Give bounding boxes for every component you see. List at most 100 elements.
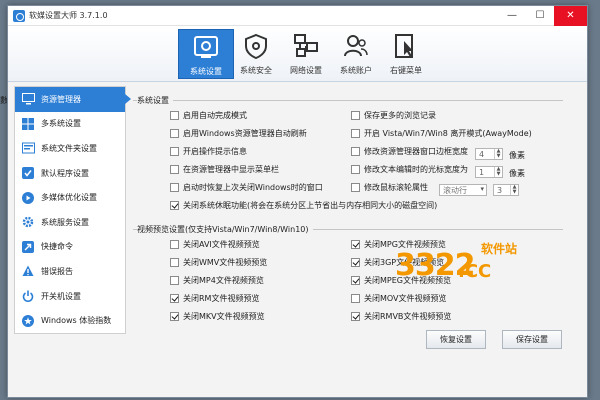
checkbox[interactable] xyxy=(170,129,179,138)
option-tooltips[interactable]: 开启操作提示信息 xyxy=(170,146,247,157)
option-rm-preview[interactable]: 关闭RM文件视频预览 xyxy=(170,293,259,304)
app-logo-icon xyxy=(13,9,25,22)
checkbox[interactable] xyxy=(351,129,360,138)
option-mouse-wheel[interactable]: 修改鼠标滚轮属性 xyxy=(351,182,428,193)
option-label: 关闭RMVB文件视频预览 xyxy=(364,312,452,321)
tab-label: 系统设置 xyxy=(190,67,222,76)
sidebar-item-multi-system[interactable]: 多系统设置 xyxy=(15,112,125,137)
sidebar-item-shortcuts[interactable]: 快捷命令 xyxy=(15,235,125,260)
option-avi-preview[interactable]: 关闭AVI文件视频预览 xyxy=(170,239,260,250)
network-icon xyxy=(291,31,321,61)
option-label: 启用Windows资源管理器自动刷新 xyxy=(183,129,307,138)
option-more-history[interactable]: 保存更多的浏览记录 xyxy=(351,110,436,121)
minimize-button[interactable]: — xyxy=(498,6,526,26)
option-label: 修改鼠标滚轮属性 xyxy=(364,183,428,192)
sidebar-item-label: 多系统设置 xyxy=(41,119,81,129)
checkbox-icon xyxy=(21,166,35,180)
sidebar: 资源管理器 多系统设置 系统文件夹设置 默认程序设置 多媒体优化设置 系统服务设… xyxy=(14,86,131,334)
option-away-mode[interactable]: 开启 Vista/Win7/Win8 离开模式(AwayMode) xyxy=(351,128,532,139)
save-settings-button[interactable]: 保存设置 xyxy=(502,330,562,349)
close-button[interactable]: ✕ xyxy=(554,5,587,26)
stepper-value: 1 xyxy=(479,167,485,177)
checkbox[interactable] xyxy=(170,240,179,249)
checkbox[interactable] xyxy=(351,183,360,192)
sidebar-item-experience-index[interactable]: Windows 体验指数 xyxy=(15,308,125,333)
checkbox[interactable] xyxy=(351,294,360,303)
tab-context-menu[interactable]: 右键菜单 xyxy=(378,29,434,79)
stepper-arrows[interactable]: ▲ ▼ xyxy=(510,185,518,195)
checkbox[interactable] xyxy=(170,276,179,285)
sidebar-item-error-report[interactable]: 错误报告 xyxy=(15,259,125,284)
option-label: 关闭MP4文件视频预览 xyxy=(183,276,264,285)
cursor-icon xyxy=(391,31,421,61)
sidebar-item-explorer[interactable]: 资源管理器 xyxy=(15,87,131,112)
checkbox[interactable] xyxy=(351,312,360,321)
sidebar-item-power[interactable]: 开关机设置 xyxy=(15,284,125,309)
restore-settings-button[interactable]: 恢复设置 xyxy=(426,330,486,349)
arrow-icon xyxy=(21,240,35,254)
title-bar: 软媒设置大师 3.7.1.0 — ☐ ✕ xyxy=(8,5,587,26)
checkbox[interactable] xyxy=(170,258,179,267)
tab-label: 网络设置 xyxy=(290,66,322,75)
maximize-button[interactable]: ☐ xyxy=(526,6,554,26)
sidebar-item-label: 多媒体优化设置 xyxy=(41,193,97,203)
checkbox[interactable] xyxy=(351,276,360,285)
option-auto-refresh[interactable]: 启用Windows资源管理器自动刷新 xyxy=(170,128,307,139)
group-title: 视频预览设置(仅支持Vista/Win7/Win8/Win10) xyxy=(137,224,313,235)
sidebar-item-default-programs[interactable]: 默认程序设置 xyxy=(15,161,125,186)
system-settings-icon xyxy=(191,32,221,62)
gear-icon xyxy=(21,215,35,229)
checkbox[interactable] xyxy=(170,294,179,303)
cursor-width-stepper[interactable]: 1 ▲ ▼ xyxy=(475,166,503,178)
sidebar-item-label: 资源管理器 xyxy=(41,94,81,104)
unit-label: 像素 xyxy=(509,169,525,178)
option-wmv-preview[interactable]: 关闭WMV文件视频预览 xyxy=(170,257,267,268)
tab-label: 右键菜单 xyxy=(390,66,422,75)
tab-system-security[interactable]: 系统安全 xyxy=(228,29,284,79)
option-label: 关闭MKV文件视频预览 xyxy=(183,312,265,321)
checkbox[interactable] xyxy=(351,111,360,120)
checkbox[interactable] xyxy=(351,240,360,249)
sidebar-item-system-folder[interactable]: 系统文件夹设置 xyxy=(15,136,125,161)
tab-system-accounts[interactable]: 系统账户 xyxy=(328,29,384,79)
option-cursor-width[interactable]: 修改文本编辑时的光标宽度为 xyxy=(351,164,468,175)
option-label: 关闭AVI文件视频预览 xyxy=(183,240,260,249)
option-disable-hibernate[interactable]: 关闭系统休眠功能(将会在系统分区上节省出与内存相同大小的磁盘空间) xyxy=(170,200,437,211)
stepper-arrows[interactable]: ▲ ▼ xyxy=(494,167,502,177)
scroll-lines-stepper[interactable]: 3 ▲ ▼ xyxy=(493,184,519,196)
option-label: 开启操作提示信息 xyxy=(183,147,247,156)
tab-system-settings[interactable]: 系统设置 xyxy=(178,29,234,79)
checkbox[interactable] xyxy=(351,165,360,174)
group-title: 系统设置 xyxy=(137,95,173,106)
option-label: 启用自动完成模式 xyxy=(183,111,247,120)
option-menu-bar[interactable]: 在资源管理器中显示菜单栏 xyxy=(170,164,279,175)
watermark-domain: .CC xyxy=(458,261,492,282)
stepper-arrows[interactable]: ▲ ▼ xyxy=(494,149,502,159)
sidebar-item-label: 错误报告 xyxy=(41,266,73,276)
checkbox[interactable] xyxy=(351,258,360,267)
checkbox[interactable] xyxy=(170,312,179,321)
sidebar-item-label: Windows 体验指数 xyxy=(41,316,112,326)
checkbox[interactable] xyxy=(351,147,360,156)
checkbox[interactable] xyxy=(170,111,179,120)
option-border-width[interactable]: 修改资源管理器窗口边框宽度 xyxy=(351,146,468,157)
sidebar-item-multimedia[interactable]: 多媒体优化设置 xyxy=(15,185,125,210)
scroll-mode-select[interactable]: 滚动行 xyxy=(439,184,487,196)
checkbox[interactable] xyxy=(170,147,179,156)
option-auto-complete[interactable]: 启用自动完成模式 xyxy=(170,110,247,121)
star-icon xyxy=(21,314,35,328)
sidebar-item-services[interactable]: 系统服务设置 xyxy=(15,210,125,235)
checkbox[interactable] xyxy=(170,183,179,192)
tab-network-settings[interactable]: 网络设置 xyxy=(278,29,334,79)
checkbox[interactable] xyxy=(170,201,179,210)
checkbox[interactable] xyxy=(170,165,179,174)
option-mkv-preview[interactable]: 关闭MKV文件视频预览 xyxy=(170,311,265,322)
option-label: 在资源管理器中显示菜单栏 xyxy=(183,165,279,174)
border-width-stepper[interactable]: 4 ▲ ▼ xyxy=(475,148,503,160)
option-mp4-preview[interactable]: 关闭MP4文件视频预览 xyxy=(170,275,264,286)
option-restore-windows[interactable]: 启动时恢复上次关闭Windows时的窗口 xyxy=(170,182,323,193)
option-rmvb-preview[interactable]: 关闭RMVB文件视频预览 xyxy=(351,311,451,322)
watermark-logo: 3322 .CC 软件站 xyxy=(383,236,517,306)
sidebar-item-label: 系统文件夹设置 xyxy=(41,143,97,153)
option-label: 启动时恢复上次关闭Windows时的窗口 xyxy=(183,183,323,192)
